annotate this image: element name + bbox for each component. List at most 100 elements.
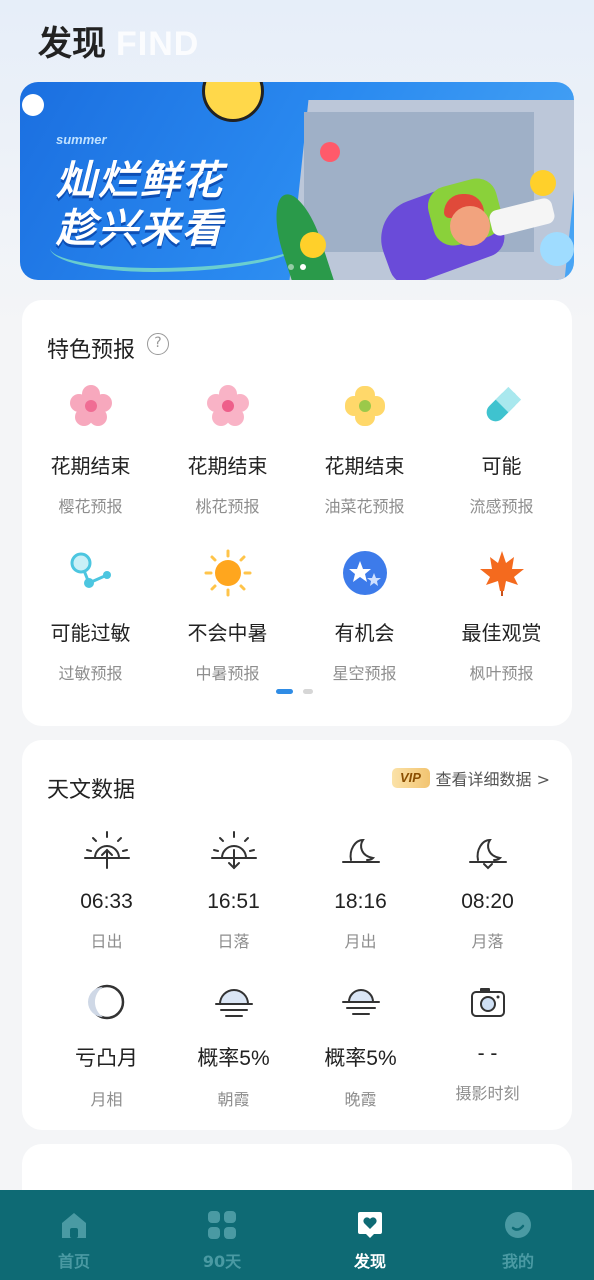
feature-label: 中暑预报 xyxy=(195,664,260,683)
astro-value: 18:16 xyxy=(334,890,387,913)
feature-label: 枫叶预报 xyxy=(469,664,534,683)
nav-item-home[interactable]: 首页 xyxy=(0,1190,148,1280)
nav-label: 首页 xyxy=(57,1252,90,1271)
feature-label: 油菜花预报 xyxy=(324,497,405,516)
banner-badge-icon xyxy=(202,82,264,122)
feature-item-stargazing[interactable]: 有机会 星空预报 xyxy=(296,549,433,684)
moonset-icon xyxy=(462,828,514,872)
astro-label: 月出 xyxy=(344,932,377,951)
astro-item-moon-phase: 亏凸月 月相 xyxy=(43,980,170,1110)
astro-value: - - xyxy=(477,1042,498,1065)
feature-item-sakura[interactable]: 花期结束 樱花预报 xyxy=(22,382,159,517)
moon-phase-icon xyxy=(81,980,133,1024)
flower-icon xyxy=(320,142,340,162)
profile-icon xyxy=(503,1210,533,1240)
promo-banner[interactable]: summer 灿烂鲜花 趁兴来看 xyxy=(20,82,574,280)
astro-item-evening-glow: 概率5% 晚霞 xyxy=(297,980,424,1110)
sunset-icon xyxy=(208,828,260,872)
astro-label: 晚霞 xyxy=(344,1090,377,1109)
pager-dot-active[interactable] xyxy=(276,689,293,694)
astro-item-moonset: 08:20 月落 xyxy=(424,828,551,952)
astro-value: 16:51 xyxy=(207,890,260,913)
astro-value: 06:33 xyxy=(80,890,133,913)
banner-dot[interactable] xyxy=(288,264,294,270)
feature-item-heatstroke[interactable]: 不会中暑 中暑预报 xyxy=(159,549,296,684)
astro-value: 08:20 xyxy=(461,890,514,913)
discover-heart-icon xyxy=(355,1210,385,1240)
camera-icon xyxy=(462,980,514,1024)
feature-label: 星空预报 xyxy=(332,664,397,683)
page-title: 发现 xyxy=(38,24,106,64)
astro-label: 朝霞 xyxy=(217,1090,250,1109)
pager-dot[interactable] xyxy=(303,689,313,694)
astro-value: 概率5% xyxy=(197,1047,270,1070)
stars-icon xyxy=(341,549,389,597)
maple-leaf-icon xyxy=(478,549,526,597)
astro-item-moonrise: 18:16 月出 xyxy=(297,828,424,952)
banner-dot-active[interactable] xyxy=(300,264,306,270)
page-subtitle: FIND xyxy=(116,25,200,63)
feature-label: 桃花预报 xyxy=(195,497,260,516)
nav-item-profile[interactable]: 我的 xyxy=(444,1190,592,1280)
nav-label: 发现 xyxy=(353,1252,386,1271)
feature-status: 最佳观赏 xyxy=(461,621,542,645)
feature-status: 不会中暑 xyxy=(187,621,268,645)
nav-item-90days[interactable]: 90天 xyxy=(148,1190,296,1280)
evening-glow-icon xyxy=(335,980,387,1024)
feature-status: 可能 xyxy=(481,454,522,478)
astro-detail-link[interactable]: VIP 查看详细数据 > xyxy=(391,766,551,790)
feature-status: 有机会 xyxy=(334,621,395,645)
rapeseed-flower-icon xyxy=(341,382,389,430)
nav-item-discover[interactable]: 发现 xyxy=(296,1190,444,1280)
morning-glow-icon xyxy=(208,980,260,1024)
home-icon xyxy=(59,1210,89,1240)
feature-item-flu[interactable]: 可能 流感预报 xyxy=(433,382,570,517)
feature-status: 可能过敏 xyxy=(50,621,131,645)
flower-icon xyxy=(22,94,44,116)
nav-label: 90天 xyxy=(202,1252,242,1271)
moonrise-icon xyxy=(335,828,387,872)
astro-label: 月相 xyxy=(90,1090,123,1109)
astro-item-sunset: 16:51 日落 xyxy=(170,828,297,952)
page-header: 发现 FIND xyxy=(38,16,199,64)
illustration-figure xyxy=(450,206,490,246)
astro-label: 日出 xyxy=(90,932,123,951)
grid-icon xyxy=(207,1210,237,1240)
feature-status: 花期结束 xyxy=(50,454,131,478)
astro-label: 摄影时刻 xyxy=(455,1084,520,1103)
astro-card: 天文数据 VIP 查看详细数据 > 06:33 日出 16:51 日落 18:1… xyxy=(22,740,572,1130)
features-title: 特色预报 xyxy=(47,338,136,363)
flower-icon xyxy=(530,170,556,196)
feature-label: 流感预报 xyxy=(469,497,534,516)
feature-status: 花期结束 xyxy=(187,454,268,478)
astro-title: 天文数据 xyxy=(47,778,136,803)
astro-label: 日落 xyxy=(217,932,250,951)
astro-value: 亏凸月 xyxy=(75,1047,138,1070)
feature-item-allergy[interactable]: 可能过敏 过敏预报 xyxy=(22,549,159,684)
feature-item-rapeseed[interactable]: 花期结束 油菜花预报 xyxy=(296,382,433,517)
sakura-flower-icon xyxy=(67,382,115,430)
sunrise-icon xyxy=(81,828,133,872)
nav-label: 我的 xyxy=(501,1252,534,1271)
peach-blossom-icon xyxy=(204,382,252,430)
astro-item-morning-glow: 概率5% 朝霞 xyxy=(170,980,297,1110)
pollen-molecule-icon xyxy=(67,549,115,597)
feature-label: 过敏预报 xyxy=(58,664,123,683)
question-circle-icon[interactable]: ? xyxy=(147,333,169,355)
feature-item-peach[interactable]: 花期结束 桃花预报 xyxy=(159,382,296,517)
feature-label: 樱花预报 xyxy=(58,497,123,516)
astro-value: 概率5% xyxy=(324,1047,397,1070)
capsule-pill-icon xyxy=(478,382,526,430)
flower-icon xyxy=(540,232,574,266)
features-card: 特色预报 ? 花期结束 樱花预报 花期结束 桃花预报 花期结束 油菜花预报 可能… xyxy=(22,300,572,726)
bottom-nav: 首页 90天 发现 我的 xyxy=(0,1190,594,1280)
flower-icon xyxy=(300,232,326,258)
sun-icon xyxy=(204,549,252,597)
detail-link-text: 查看详细数据 > xyxy=(435,770,551,789)
banner-small-text: summer xyxy=(56,132,107,147)
astro-label: 月落 xyxy=(471,932,504,951)
feature-status: 花期结束 xyxy=(324,454,405,478)
feature-item-maple[interactable]: 最佳观赏 枫叶预报 xyxy=(433,549,570,684)
astro-item-sunrise: 06:33 日出 xyxy=(43,828,170,952)
banner-headline-2: 趁兴来看 xyxy=(56,206,224,252)
